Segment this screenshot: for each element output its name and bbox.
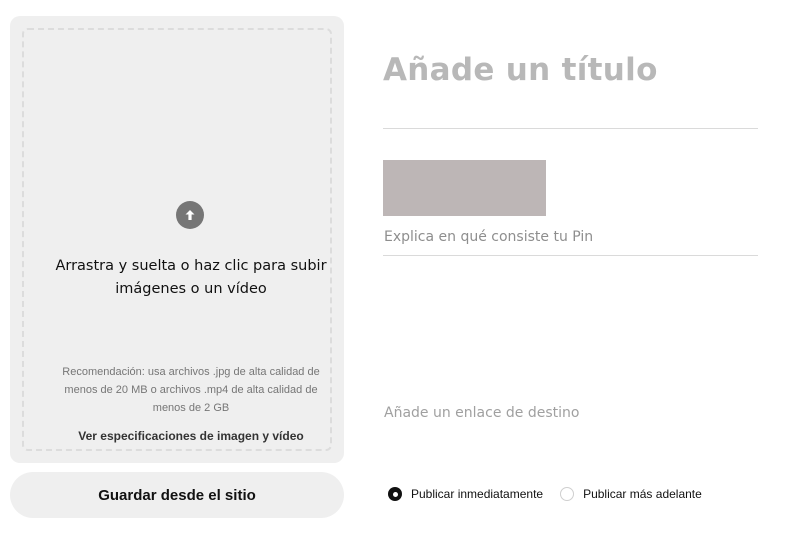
upload-recommendation: Recomendación: usa archivos .jpg de alta… xyxy=(62,366,320,414)
publish-options: Publicar inmediatamente Publicar más ade… xyxy=(388,485,702,503)
publish-later-radio[interactable] xyxy=(560,487,575,501)
upload-dropzone[interactable]: Arrastra y suelta o haz clic para subir … xyxy=(22,28,332,451)
publish-now-label[interactable]: Publicar inmediatamente xyxy=(411,487,543,501)
user-avatar-placeholder xyxy=(383,160,546,216)
pin-description-input[interactable]: Explica en qué consiste tu Pin xyxy=(384,229,758,255)
publish-now-radio[interactable] xyxy=(388,487,402,501)
upload-instruction: Arrastra y suelta o haz clic para subir … xyxy=(55,258,327,297)
save-from-site-button[interactable]: Guardar desde el sitio xyxy=(10,472,344,518)
upload-arrow-icon[interactable] xyxy=(176,201,204,229)
title-divider xyxy=(383,128,758,129)
media-upload-panel[interactable]: Arrastra y suelta o haz clic para subir … xyxy=(10,16,344,463)
image-video-specs-link[interactable]: Ver especificaciones de imagen y vídeo xyxy=(48,429,334,443)
description-divider xyxy=(383,255,758,256)
pin-title-input[interactable]: Añade un título xyxy=(383,52,758,128)
publish-later-label[interactable]: Publicar más adelante xyxy=(583,487,702,501)
destination-link-input[interactable]: Añade un enlace de destino xyxy=(384,405,758,429)
